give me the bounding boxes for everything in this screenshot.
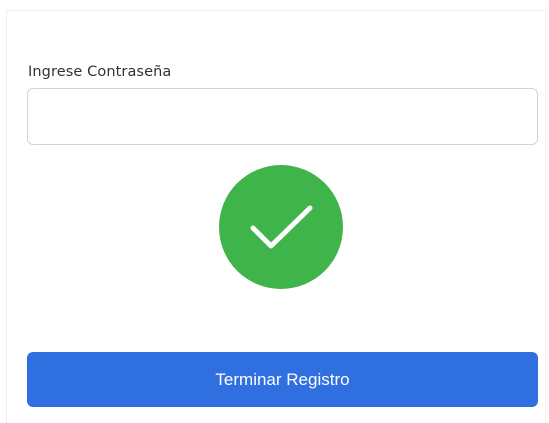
- password-input[interactable]: [27, 88, 538, 145]
- check-circle-icon: [219, 165, 343, 289]
- check-circle-background: [219, 165, 343, 289]
- finish-registration-button[interactable]: Terminar Registro: [27, 352, 538, 407]
- password-label: Ingrese Contraseña: [28, 64, 172, 80]
